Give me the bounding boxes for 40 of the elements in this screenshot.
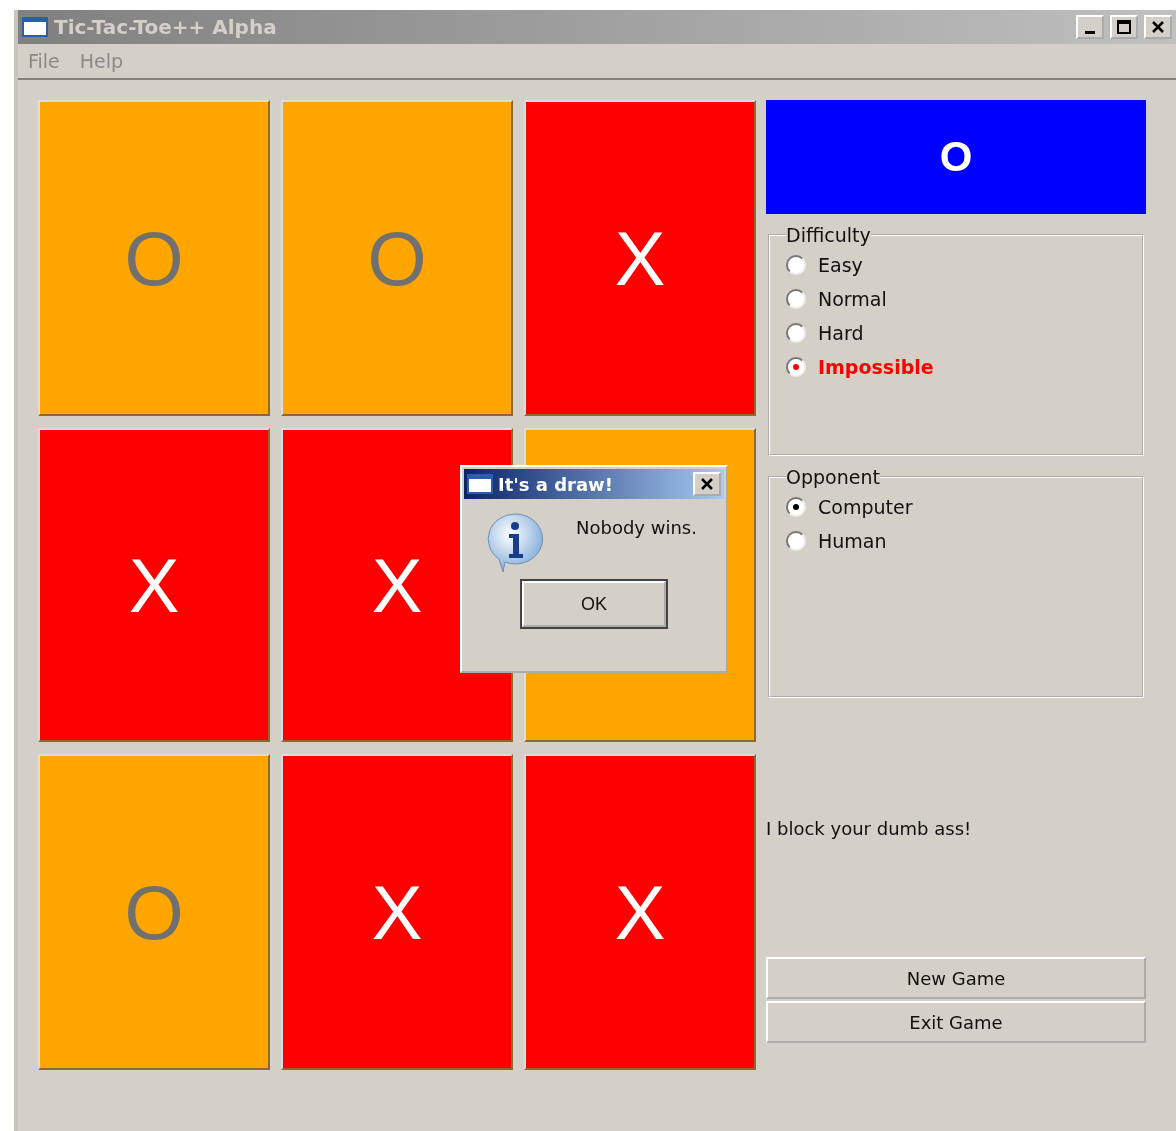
board-cell[interactable]: X (524, 754, 756, 1070)
window-title: Tic-Tac-Toe++ Alpha (54, 15, 278, 39)
board-cell[interactable]: O (281, 100, 513, 416)
game-button[interactable]: Exit Game (766, 1001, 1146, 1043)
board-cell[interactable]: X (524, 100, 756, 416)
turn-indicator: O (766, 100, 1146, 214)
radio-button[interactable] (786, 289, 806, 309)
maximize-icon (1117, 20, 1131, 34)
radio-label[interactable]: Hard (818, 322, 864, 344)
radio-button[interactable] (786, 255, 806, 275)
board-cell[interactable]: O (38, 754, 270, 1070)
minimize-button[interactable] (1076, 15, 1104, 39)
ok-button[interactable]: OK (522, 581, 666, 627)
radio-label[interactable]: Impossible (818, 356, 934, 378)
radio-button[interactable] (786, 497, 806, 517)
status-message: I block your dumb ass! (766, 818, 973, 839)
menu-item[interactable]: Help (79, 50, 124, 72)
dialog-message: Nobody wins. (576, 517, 697, 540)
close-button[interactable] (693, 472, 721, 496)
radio-label[interactable]: Easy (818, 254, 863, 276)
close-icon (700, 477, 714, 491)
group-title: Difficulty (786, 224, 871, 246)
close-icon (1151, 20, 1165, 34)
radio-label[interactable]: Human (818, 530, 887, 552)
board-cell[interactable]: X (38, 428, 270, 742)
radio-button[interactable] (786, 323, 806, 343)
maximize-button[interactable] (1110, 15, 1138, 39)
window-icon (22, 17, 48, 37)
radio-button[interactable] (786, 531, 806, 551)
radio-label[interactable]: Normal (818, 288, 887, 310)
menu-item[interactable]: File (28, 50, 60, 72)
board-cell[interactable]: O (38, 100, 270, 416)
radio-label[interactable]: Computer (818, 496, 913, 518)
game-button[interactable]: New Game (766, 957, 1146, 999)
minimize-icon (1085, 30, 1095, 34)
close-button[interactable] (1144, 15, 1172, 39)
radio-button[interactable] (786, 357, 806, 377)
group-title: Opponent (786, 466, 880, 488)
board-cell[interactable]: X (281, 754, 513, 1070)
window-icon (467, 474, 493, 494)
